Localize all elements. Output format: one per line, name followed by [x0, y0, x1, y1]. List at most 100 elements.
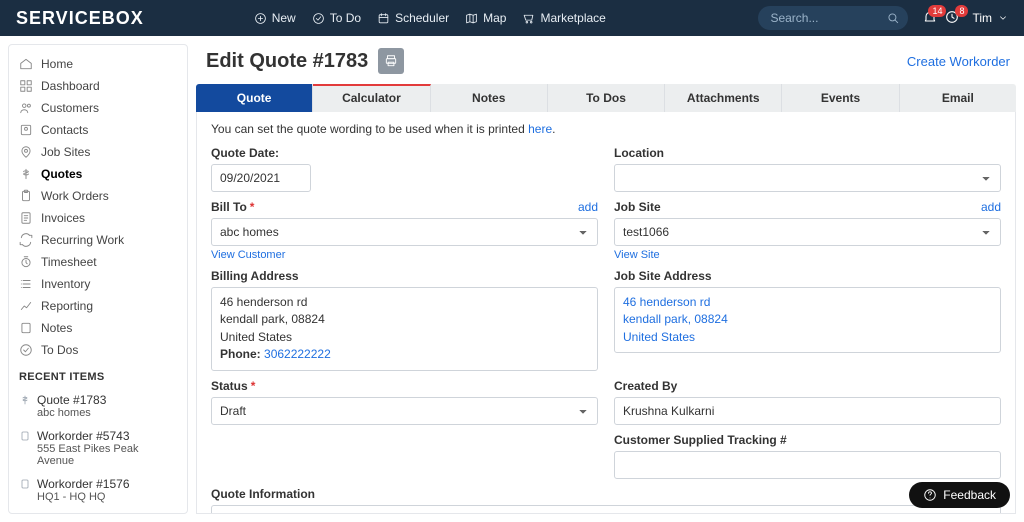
clipboard-icon: [19, 189, 33, 203]
sidebar-item-customers[interactable]: Customers: [19, 97, 177, 119]
create-workorder-link[interactable]: Create Workorder: [907, 54, 1016, 69]
job-site-address-label: Job Site Address: [614, 269, 1001, 283]
tab-attachments[interactable]: Attachments: [665, 84, 782, 112]
pin-icon: [19, 145, 33, 159]
plus-circle-icon: [254, 12, 267, 25]
calendar-icon: [377, 12, 390, 25]
print-button[interactable]: [378, 48, 404, 74]
required-indicator: *: [250, 200, 255, 214]
topnav-scheduler[interactable]: Scheduler: [377, 11, 449, 25]
job-site-address-box: 46 henderson rd kendall park, 08824 Unit…: [614, 287, 1001, 353]
recent-item-title: Workorder #5299: [37, 513, 130, 514]
sidebar-item-home[interactable]: Home: [19, 53, 177, 75]
sidebar-item-label: Contacts: [41, 123, 88, 137]
printer-icon: [384, 54, 398, 68]
clipboard-icon: [19, 430, 31, 442]
sidebar-item-dashboard[interactable]: Dashboard: [19, 75, 177, 97]
recent-item-title: Workorder #1576: [37, 477, 130, 491]
recent-item[interactable]: Quote #1783abc homes: [19, 389, 177, 425]
sidebar-item-invoices[interactable]: Invoices: [19, 207, 177, 229]
sidebar-item-workorders[interactable]: Work Orders: [19, 185, 177, 207]
bill-to-add-link[interactable]: add: [578, 200, 598, 214]
dashboard-icon: [19, 79, 33, 93]
repeat-icon: [19, 233, 33, 247]
sidebar-item-label: Work Orders: [41, 189, 109, 203]
sidebar-item-quotes[interactable]: Quotes: [19, 163, 177, 185]
sidebar-item-contacts[interactable]: Contacts: [19, 119, 177, 141]
view-customer-link[interactable]: View Customer: [211, 249, 598, 261]
location-select[interactable]: [614, 164, 1001, 192]
search-icon: [886, 11, 900, 25]
users-icon: [19, 101, 33, 115]
billing-address-box: 46 henderson rd kendall park, 08824 Unit…: [211, 287, 598, 371]
topnav-marketplace[interactable]: Marketplace: [522, 11, 605, 25]
sidebar-item-reporting[interactable]: Reporting: [19, 295, 177, 317]
address-line: United States: [220, 329, 589, 346]
clipboard-icon: [19, 478, 31, 490]
recent-item-sub: 555 East Pikes Peak Avenue: [37, 443, 177, 467]
sidebar-item-notes[interactable]: Notes: [19, 317, 177, 339]
created-by-input[interactable]: [614, 397, 1001, 425]
recent-item-sub: HQ1 - HQ HQ: [37, 491, 177, 503]
question-circle-icon: [923, 488, 937, 502]
sidebar-item-label: Inventory: [41, 277, 90, 291]
feedback-button[interactable]: Feedback: [909, 482, 1010, 508]
bill-to-select[interactable]: abc homes: [211, 218, 598, 246]
brand-logo: SERVICEBOX: [16, 8, 144, 29]
job-site-add-link[interactable]: add: [981, 200, 1001, 214]
sidebar-item-jobsites[interactable]: Job Sites: [19, 141, 177, 163]
check-circle-icon: [312, 12, 325, 25]
sidebar-item-recurring[interactable]: Recurring Work: [19, 229, 177, 251]
sidebar-item-inventory[interactable]: Inventory: [19, 273, 177, 295]
tab-bar: Quote Calculator Notes To Dos Attachment…: [196, 84, 1016, 112]
notifications-bell-1[interactable]: 14: [922, 9, 938, 28]
topnav-marketplace-label: Marketplace: [540, 11, 605, 25]
list-icon: [19, 277, 33, 291]
topnav-new[interactable]: New: [254, 11, 296, 25]
topnav-map[interactable]: Map: [465, 11, 506, 25]
notifications-bell-2[interactable]: 8: [944, 9, 960, 28]
phone-link[interactable]: 3062222222: [264, 347, 331, 361]
topnav-todo[interactable]: To Do: [312, 11, 361, 25]
recent-item[interactable]: Workorder #1576HQ1 - HQ HQ: [19, 473, 177, 509]
required-indicator: *: [251, 379, 256, 393]
tracking-label: Customer Supplied Tracking #: [614, 433, 1001, 447]
sidebar-item-todos[interactable]: To Dos: [19, 339, 177, 361]
address-line-link[interactable]: kendall park, 08824: [623, 312, 728, 326]
quote-info-textarea[interactable]: [211, 505, 1001, 514]
recent-items-heading: RECENT ITEMS: [19, 371, 177, 383]
view-site-link[interactable]: View Site: [614, 249, 1001, 261]
user-menu[interactable]: Tim: [972, 11, 1008, 25]
quote-info-label: Quote Information: [211, 487, 1001, 501]
tab-notes[interactable]: Notes: [431, 84, 548, 112]
billing-address-label: Billing Address: [211, 269, 598, 283]
tab-events[interactable]: Events: [782, 84, 899, 112]
map-icon: [465, 12, 478, 25]
page-title: Edit Quote #1783: [206, 50, 368, 73]
tab-quote[interactable]: Quote: [196, 84, 313, 112]
tab-todos[interactable]: To Dos: [548, 84, 665, 112]
tracking-input[interactable]: [614, 451, 1001, 479]
address-line-link[interactable]: United States: [623, 330, 695, 344]
job-site-label: Job Site: [614, 200, 661, 214]
tab-email[interactable]: Email: [900, 84, 1016, 112]
hint-link[interactable]: here: [528, 122, 552, 136]
status-select[interactable]: Draft: [211, 397, 598, 425]
topnav-new-label: New: [272, 11, 296, 25]
job-site-select[interactable]: test1066: [614, 218, 1001, 246]
contact-icon: [19, 123, 33, 137]
sidebar-item-timesheet[interactable]: Timesheet: [19, 251, 177, 273]
sidebar-item-label: Timesheet: [41, 255, 97, 269]
address-line-link[interactable]: 46 henderson rd: [623, 295, 710, 309]
recent-item[interactable]: Workorder #5743555 East Pikes Peak Avenu…: [19, 425, 177, 473]
recent-item[interactable]: Workorder #52992228 Angus Street: [19, 509, 177, 514]
quote-date-input[interactable]: [211, 164, 311, 192]
cart-icon: [522, 12, 535, 25]
sidebar-item-label: Invoices: [41, 211, 85, 225]
chart-icon: [19, 299, 33, 313]
topnav-map-label: Map: [483, 11, 506, 25]
topnav-scheduler-label: Scheduler: [395, 11, 449, 25]
tab-calculator[interactable]: Calculator: [313, 84, 430, 112]
home-icon: [19, 57, 33, 71]
user-name: Tim: [972, 11, 992, 25]
